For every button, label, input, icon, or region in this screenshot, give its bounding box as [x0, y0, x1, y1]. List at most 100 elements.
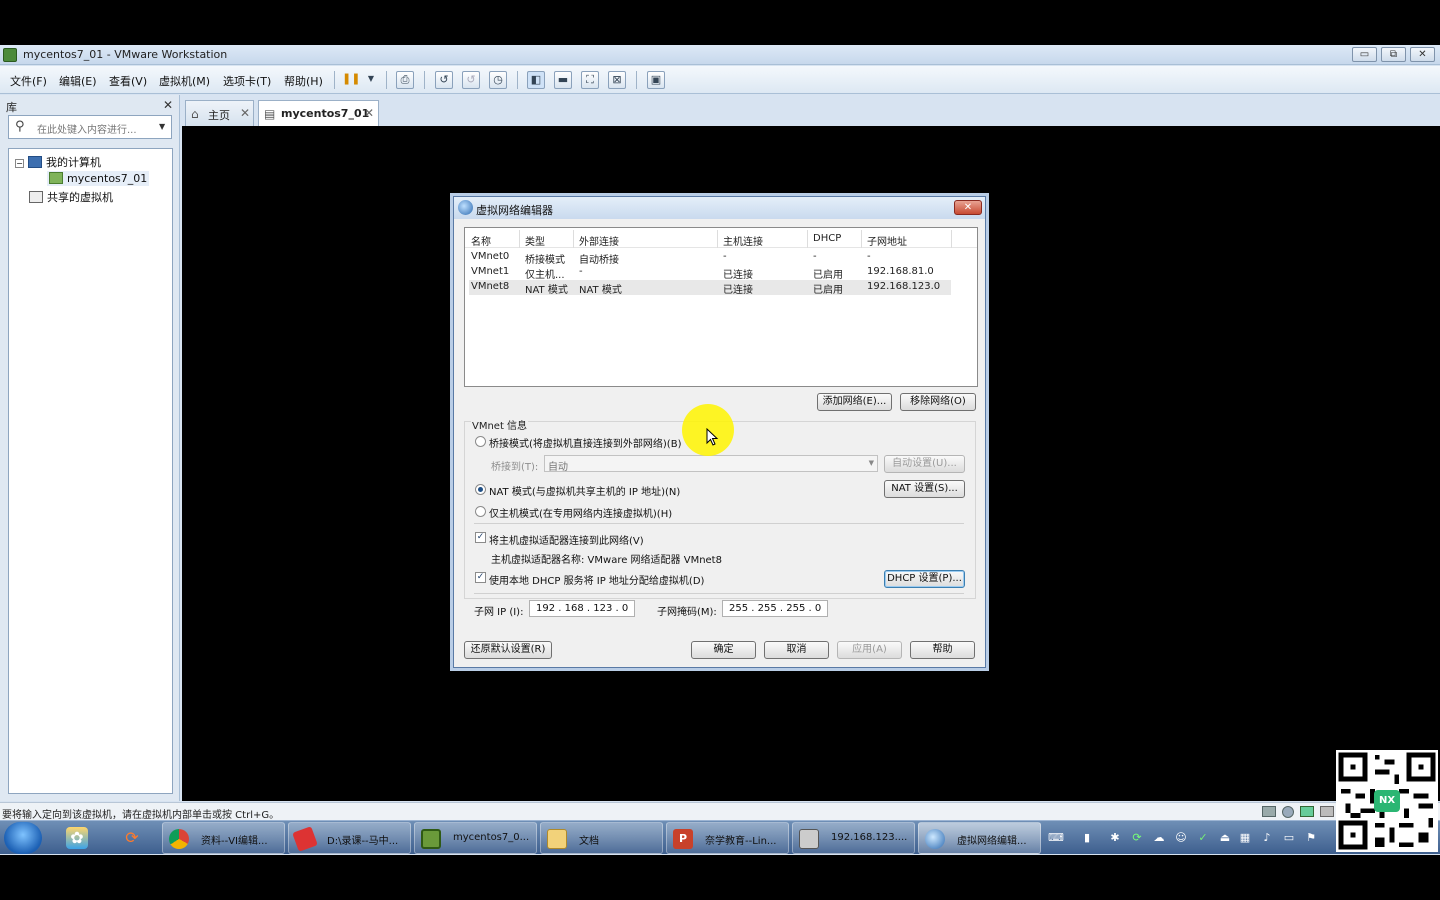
cd-drive-icon[interactable]: [1282, 806, 1294, 818]
chevron-down-icon[interactable]: ▼: [362, 71, 380, 89]
pause-icon[interactable]: ❚❚: [342, 71, 360, 89]
restore-defaults-button[interactable]: 还原默认设置(R): [464, 641, 552, 659]
column-header-external[interactable]: 外部连接: [579, 233, 619, 248]
revert-snapshot-icon[interactable]: ↺: [462, 71, 480, 89]
send-keys-icon[interactable]: ⎙: [396, 71, 414, 89]
close-window-button[interactable]: ✕: [1410, 47, 1435, 62]
chrome-icon: [169, 829, 189, 849]
snapshot-manager-icon[interactable]: ◷: [489, 71, 507, 89]
tab-vm[interactable]: ▤ mycentos7_01 ✕: [258, 100, 379, 126]
library-search-input[interactable]: ⚲ 在此处键入内容进行... ▼: [8, 115, 172, 139]
auto-settings-button[interactable]: 自动设置(U)...: [884, 455, 965, 473]
qq-icon[interactable]: ☺: [1174, 831, 1188, 845]
subnet-ip-field[interactable]: 192 . 168 . 123 . 0: [529, 600, 635, 617]
full-screen-icon[interactable]: ⛶: [581, 71, 599, 89]
menu-edit[interactable]: 编辑(E): [59, 73, 97, 89]
subnet-mask-field[interactable]: 255 . 255 . 255 . 0: [722, 600, 828, 617]
tree-item-shared-vms[interactable]: 共享的虚拟机: [29, 189, 113, 205]
connect-adapter-label[interactable]: 将主机虚拟适配器连接到此网络(V): [489, 532, 644, 547]
show-library-icon[interactable]: ◧: [527, 71, 545, 89]
folder-icon: [547, 829, 567, 849]
add-network-button[interactable]: 添加网络(E)...: [817, 393, 892, 411]
qr-finder-dot: [1418, 764, 1424, 770]
network-row[interactable]: VMnet1 仅主机... - 已连接 已启用 192.168.81.0: [469, 265, 951, 281]
close-tab-icon[interactable]: ✕: [364, 106, 374, 120]
cancel-button[interactable]: 取消: [764, 641, 829, 659]
bridge-mode-label[interactable]: 桥接模式(将虚拟机直接连接到外部网络)(B): [489, 435, 681, 450]
network-list: 名称 类型 外部连接 主机连接 DHCP 子网地址 VMnet0 桥接模式 自动…: [464, 227, 978, 387]
collapse-icon[interactable]: −: [15, 159, 24, 168]
thumbnail-bar-icon[interactable]: ▬: [554, 71, 572, 89]
vmnet-info-label: VMnet 信息: [471, 417, 529, 432]
cell-dhcp: 已启用: [813, 270, 843, 281]
column-header-dhcp[interactable]: DHCP: [813, 233, 841, 244]
hard-disk-icon[interactable]: [1262, 806, 1276, 817]
console-view-icon[interactable]: ▣: [647, 71, 665, 89]
tab-home[interactable]: ⌂ 主页 ✕: [185, 100, 254, 126]
vm-icon: ▤: [264, 107, 276, 121]
bluetooth-icon[interactable]: ✱: [1108, 831, 1122, 845]
menu-file[interactable]: 文件(F): [10, 73, 47, 89]
snapshot-icon[interactable]: ↺: [435, 71, 453, 89]
tree-item-vm[interactable]: mycentos7_01: [47, 171, 150, 186]
use-dhcp-label[interactable]: 使用本地 DHCP 服务将 IP 地址分配给虚拟机(D): [489, 572, 704, 587]
display-icon[interactable]: ▭: [1282, 831, 1296, 845]
close-tab-icon[interactable]: ✕: [240, 106, 250, 120]
column-header-host[interactable]: 主机连接: [723, 233, 763, 248]
printer-icon[interactable]: [1320, 806, 1334, 817]
task-recorder[interactable]: D:\录课--马中...: [288, 822, 411, 854]
flag-icon[interactable]: ⚑: [1304, 831, 1318, 845]
use-dhcp-checkbox[interactable]: ✓: [475, 572, 486, 583]
quick-launch-icon[interactable]: ⟳: [121, 827, 143, 849]
unity-icon[interactable]: ⊠: [608, 71, 626, 89]
host-only-radio[interactable]: [475, 506, 486, 517]
column-header-name[interactable]: 名称: [471, 233, 491, 248]
minimize-button[interactable]: ▭: [1352, 47, 1377, 62]
task-documents[interactable]: 文档: [540, 822, 663, 854]
bridge-to-select[interactable]: 自动 ▼: [544, 455, 878, 473]
task-network-editor[interactable]: 虚拟网络编辑...: [918, 822, 1041, 854]
nat-mode-label[interactable]: NAT 模式(与虚拟机共享主机的 IP 地址)(N): [489, 483, 680, 498]
battery-icon[interactable]: ▮: [1080, 831, 1094, 845]
ok-button[interactable]: 确定: [691, 641, 756, 659]
task-vmware[interactable]: mycentos7_0...: [414, 822, 537, 854]
cell-external: -: [579, 266, 583, 277]
bridge-mode-radio[interactable]: [475, 436, 486, 447]
library-close-icon[interactable]: ✕: [163, 98, 173, 112]
nat-settings-button[interactable]: NAT 设置(S)...: [884, 480, 965, 498]
chevron-down-icon[interactable]: ▼: [159, 122, 165, 131]
host-only-label[interactable]: 仅主机模式(在专用网络内连接虚拟机)(H): [489, 505, 672, 520]
cell-name: VMnet0: [471, 251, 510, 262]
quick-launch-icon[interactable]: ✿: [66, 827, 88, 849]
sync-icon[interactable]: ⟳: [1130, 831, 1144, 845]
network-row[interactable]: VMnet0 桥接模式 自动桥接 - - -: [469, 250, 951, 266]
cell-host: -: [723, 251, 727, 262]
chat-icon[interactable]: ☁: [1152, 831, 1166, 845]
task-ssh-client[interactable]: 192.168.123....: [792, 822, 915, 854]
task-chrome[interactable]: 资料--VI编辑...: [162, 822, 285, 854]
dhcp-settings-button[interactable]: DHCP 设置(P)...: [884, 570, 965, 588]
network-icon[interactable]: ▦: [1238, 831, 1252, 845]
help-button[interactable]: 帮助: [910, 641, 975, 659]
dialog-close-button[interactable]: ✕: [954, 200, 982, 215]
start-button[interactable]: [4, 822, 42, 854]
tree-item-my-computer[interactable]: − 我的计算机: [15, 154, 101, 170]
connect-adapter-checkbox[interactable]: ✓: [475, 532, 486, 543]
keyboard-icon[interactable]: ⌨: [1048, 831, 1064, 845]
usb-icon[interactable]: ⏏: [1218, 831, 1232, 845]
volume-icon[interactable]: ♪: [1260, 831, 1274, 845]
security-icon[interactable]: ✓: [1196, 831, 1210, 845]
network-row-selected[interactable]: VMnet8 NAT 模式 NAT 模式 已连接 已启用 192.168.123…: [469, 280, 951, 296]
remove-network-button[interactable]: 移除网络(O): [900, 393, 976, 411]
nat-mode-radio[interactable]: [475, 484, 486, 495]
menu-tabs[interactable]: 选项卡(T): [223, 73, 271, 89]
menu-help[interactable]: 帮助(H): [284, 73, 323, 89]
apply-button[interactable]: 应用(A): [837, 641, 902, 659]
menu-vm[interactable]: 虚拟机(M): [159, 73, 210, 89]
restore-button[interactable]: ⧉: [1381, 47, 1406, 62]
task-powerpoint[interactable]: P 奈学教育--Lin...: [666, 822, 789, 854]
column-header-subnet[interactable]: 子网地址: [867, 233, 907, 248]
network-adapter-icon[interactable]: [1300, 806, 1314, 817]
menu-view[interactable]: 查看(V): [109, 73, 147, 89]
column-header-type[interactable]: 类型: [525, 233, 545, 248]
